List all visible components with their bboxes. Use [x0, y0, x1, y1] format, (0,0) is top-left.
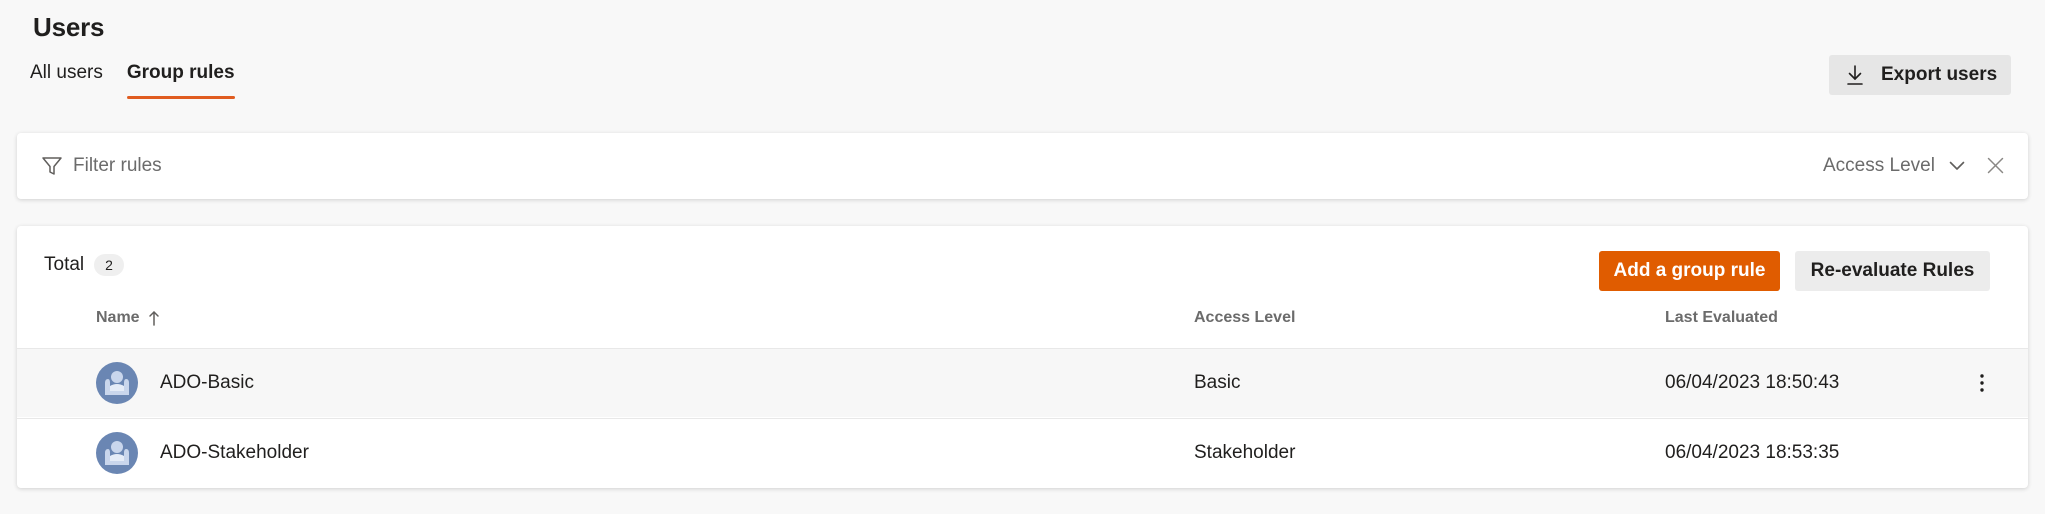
total-count-badge: 2 — [94, 254, 124, 276]
access-level-dropdown[interactable]: Access Level — [1823, 151, 1965, 181]
column-header-access-level[interactable]: Access Level — [1194, 309, 1295, 327]
group-avatar-icon — [96, 362, 138, 404]
rule-last-evaluated: 06/04/2023 18:53:35 — [1665, 442, 1840, 463]
group-rules-card: Total 2 Add a group rule Re-evaluate Rul… — [17, 226, 2028, 488]
rule-name[interactable]: ADO-Basic — [160, 372, 254, 394]
close-icon[interactable] — [1987, 157, 2004, 174]
column-header-name[interactable]: Name — [96, 309, 160, 327]
rule-last-evaluated: 06/04/2023 18:50:43 — [1665, 372, 1840, 393]
tab-bar: All users Group rules — [30, 62, 235, 99]
add-group-rule-button[interactable]: Add a group rule — [1599, 251, 1780, 291]
access-level-dropdown-label: Access Level — [1823, 155, 1935, 176]
reevaluate-rules-button[interactable]: Re-evaluate Rules — [1795, 251, 1990, 291]
rule-name[interactable]: ADO-Stakeholder — [160, 442, 309, 464]
more-options-icon[interactable] — [1979, 373, 1985, 393]
filter-rules-input[interactable] — [73, 149, 973, 183]
group-avatar-icon — [96, 432, 138, 474]
table-row[interactable]: ADO-Basic Basic 06/04/2023 18:50:43 — [17, 348, 2028, 417]
page-title: Users — [33, 12, 105, 42]
rule-access-level: Basic — [1194, 372, 1241, 393]
filter-icon — [42, 157, 62, 175]
table-row[interactable]: ADO-Stakeholder Stakeholder 06/04/2023 1… — [17, 418, 2028, 487]
download-icon — [1847, 65, 1863, 85]
column-header-name-label: Name — [96, 309, 140, 326]
tab-group-rules[interactable]: Group rules — [126, 62, 235, 99]
page-root: Users All users Group rules Export users… — [0, 0, 2045, 514]
export-users-label: Export users — [1881, 64, 1998, 85]
tab-all-users[interactable]: All users — [30, 62, 103, 98]
export-users-button[interactable]: Export users — [1829, 55, 2011, 95]
total-summary: Total 2 — [44, 254, 124, 276]
total-label: Total — [44, 254, 85, 275]
sort-ascending-icon — [148, 311, 159, 326]
column-header-last-evaluated[interactable]: Last Evaluated — [1665, 309, 1778, 327]
filter-bar: Access Level — [17, 133, 2028, 199]
chevron-down-icon — [1949, 161, 1965, 170]
rule-access-level: Stakeholder — [1194, 442, 1296, 463]
